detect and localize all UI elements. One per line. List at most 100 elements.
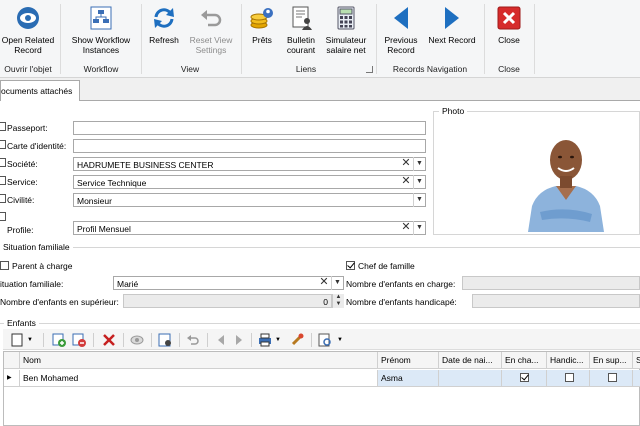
previous-icon[interactable]	[213, 332, 229, 348]
column-header-en-superieur[interactable]: En sup...	[590, 352, 633, 369]
enfants-toolbar: ▼ ▼ ▼	[3, 329, 640, 350]
cell-en-charge[interactable]	[502, 370, 547, 387]
show-workflow-instances-button[interactable]: Show Workflow Instances	[66, 5, 136, 55]
societe-clear-icon[interactable]: ✕	[400, 157, 412, 171]
document-user-icon	[292, 6, 312, 30]
service-clear-icon[interactable]: ✕	[400, 175, 412, 189]
link-add-icon[interactable]	[51, 332, 67, 348]
civilite-value: Monsieur	[77, 196, 112, 206]
column-header-s[interactable]: S	[633, 352, 640, 369]
cell-s[interactable]	[633, 370, 640, 387]
column-header-nom[interactable]: Nom	[20, 352, 378, 369]
cell-date-naissance[interactable]	[439, 370, 502, 387]
view-icon[interactable]	[129, 332, 145, 348]
column-header-date-naissance[interactable]: Date de nai...	[439, 352, 502, 369]
ribbon: Open Related Record Show Workflow Instan…	[0, 0, 640, 78]
tools-icon[interactable]	[289, 332, 305, 348]
civilite-label: Civilité:	[7, 195, 35, 205]
employee-photo[interactable]	[522, 124, 610, 232]
service-value: Service Technique	[77, 178, 147, 188]
cell-en-superieur[interactable]	[590, 370, 633, 387]
coins-icon	[250, 8, 273, 29]
situation-familiale-select[interactable]: Marié	[113, 276, 344, 290]
enfants-grid: Nom Prénom Date de nai... En cha... Hand…	[3, 351, 640, 426]
open-related-record-button[interactable]: Open Related Record	[0, 5, 56, 55]
next-icon[interactable]	[231, 332, 247, 348]
societe-checkbox[interactable]	[0, 158, 6, 167]
group-label-ouvrir: Ouvrir l'objet	[4, 64, 52, 74]
profile-chevron-down-icon[interactable]: ▼	[413, 221, 425, 235]
carte-checkbox[interactable]	[0, 140, 6, 149]
refresh-button[interactable]: Refresh	[145, 5, 183, 45]
unlink-icon[interactable]	[71, 332, 87, 348]
row-current-indicator-icon: ▶	[4, 370, 20, 387]
reset-icon	[201, 10, 222, 27]
profile-clear-icon[interactable]: ✕	[400, 221, 412, 235]
column-header-en-charge[interactable]: En cha...	[502, 352, 547, 369]
workflow-icon	[90, 6, 112, 30]
profile-value: Profil Mensuel	[77, 224, 131, 234]
print-icon[interactable]	[257, 332, 273, 348]
situation-clear-icon[interactable]: ✕	[318, 276, 330, 290]
passeport-checkbox[interactable]	[0, 122, 6, 131]
service-checkbox[interactable]	[0, 176, 6, 185]
next-record-button[interactable]: Next Record	[424, 5, 480, 45]
societe-label: Société:	[7, 159, 38, 169]
new-record-icon[interactable]	[9, 332, 25, 348]
simulateur-salaire-net-button[interactable]: Simulateur salaire net	[322, 5, 370, 55]
enfants-handicape-input[interactable]	[472, 294, 640, 308]
chef-de-famille-label: Chef de famille	[358, 261, 415, 271]
civilite-checkbox[interactable]	[0, 194, 6, 203]
cell-handicape[interactable]	[547, 370, 590, 387]
previous-record-button[interactable]: Previous Record	[380, 5, 422, 55]
enfants-title: Enfants	[4, 318, 39, 328]
civilite-select[interactable]: Monsieur	[73, 193, 426, 207]
workflow-small-icon[interactable]	[157, 332, 173, 348]
new-record-dropdown-icon[interactable]: ▼	[27, 332, 43, 348]
close-button[interactable]: Close	[490, 5, 528, 45]
passeport-input[interactable]	[73, 121, 426, 135]
enfants-superieur-spinner-icon[interactable]: ▲ ▼	[332, 294, 344, 308]
societe-chevron-down-icon[interactable]: ▼	[413, 157, 425, 171]
societe-select[interactable]: HADRUMETE BUSINESS CENTER	[73, 157, 426, 171]
passeport-label: Passeport:	[7, 123, 48, 133]
parent-a-charge-label: Parent à charge	[12, 261, 73, 271]
enfants-handicape-label: Nombre d'enfants handicapé:	[346, 297, 457, 307]
delete-icon[interactable]	[101, 332, 117, 348]
parent-a-charge-checkbox[interactable]	[0, 261, 9, 270]
tab-bar: ocuments attachés	[0, 79, 640, 101]
calculator-icon	[337, 6, 355, 30]
civilite-chevron-down-icon[interactable]: ▼	[413, 193, 425, 207]
enfants-en-charge-input[interactable]	[462, 276, 640, 290]
group-label-records: Records Navigation	[392, 64, 468, 74]
service-select[interactable]: Service Technique	[73, 175, 426, 189]
undo-icon[interactable]	[185, 332, 201, 348]
extra-checkbox[interactable]	[0, 212, 6, 221]
bulletin-courant-button[interactable]: Bulletin courant	[282, 5, 320, 55]
handicape-checkbox[interactable]	[565, 373, 574, 382]
group-label-close: Close	[498, 64, 520, 74]
tab-documents-attaches[interactable]: ocuments attachés	[0, 80, 80, 101]
column-header-prenom[interactable]: Prénom	[378, 352, 439, 369]
profile-label: Profile:	[7, 225, 34, 235]
en-superieur-checkbox[interactable]	[608, 373, 617, 382]
profile-select[interactable]: Profil Mensuel	[73, 221, 426, 235]
societe-value: HADRUMETE BUSINESS CENTER	[77, 160, 214, 170]
enfants-superieur-input[interactable]: 0	[123, 294, 332, 308]
en-charge-checkbox[interactable]	[520, 373, 529, 382]
filter-icon[interactable]	[317, 332, 333, 348]
situation-chevron-down-icon[interactable]: ▼	[331, 276, 343, 290]
cell-prenom[interactable]: Asma	[378, 370, 439, 387]
chef-de-famille-checkbox[interactable]	[346, 261, 355, 270]
situation-familiale-title: Situation familiale	[0, 242, 73, 252]
reset-view-settings-button[interactable]: Reset View Settings	[186, 5, 236, 55]
column-header-handicape[interactable]: Handic...	[547, 352, 590, 369]
arrow-right-icon	[445, 7, 459, 29]
photo-group: Photo	[433, 106, 640, 235]
prets-button[interactable]: Prêts	[246, 5, 278, 45]
liens-dialog-launcher[interactable]	[366, 66, 373, 73]
filter-dropdown-icon[interactable]: ▼	[337, 332, 353, 348]
service-chevron-down-icon[interactable]: ▼	[413, 175, 425, 189]
cell-nom[interactable]: Ben Mohamed	[20, 370, 378, 387]
carte-input[interactable]	[73, 139, 426, 153]
